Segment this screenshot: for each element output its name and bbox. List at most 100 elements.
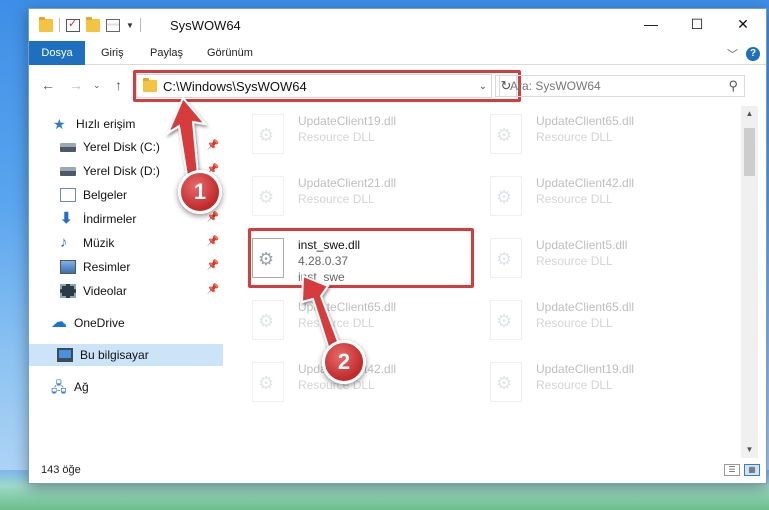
toolbar-separator: [139, 18, 141, 32]
nav-label: Bu bilgisayar: [80, 348, 149, 362]
step-1-badge: 1: [178, 170, 222, 214]
forward-arrow-icon[interactable]: →: [69, 77, 83, 93]
tiles-view-icon[interactable]: ▦: [744, 464, 760, 476]
address-path[interactable]: C:\Windows\SysWOW64: [163, 79, 475, 94]
file-description: Resource DLL: [536, 378, 613, 392]
nav-network[interactable]: 🖧 Ağ: [29, 376, 223, 398]
file-item[interactable]: UpdateClient42.dll Resource DLL: [464, 170, 694, 226]
dll-file-icon: [252, 114, 284, 154]
scrollbar-thumb[interactable]: [744, 128, 755, 176]
nav-label: Yerel Disk (C:): [83, 140, 160, 154]
videos-icon: [60, 284, 76, 298]
help-icon[interactable]: ?: [746, 47, 760, 61]
dll-file-icon: [252, 300, 284, 340]
tab-home[interactable]: Giriş: [101, 41, 124, 65]
file-explorer-window: ▼ SysWOW64 — ☐ ✕ Dosya Giriş Paylaş Görü…: [28, 8, 767, 484]
nav-item-drive-c[interactable]: Yerel Disk (C:) 📌: [29, 136, 223, 158]
file-item[interactable]: UpdateClient19.dll Resource DLL: [226, 108, 456, 164]
maximize-button[interactable]: ☐: [674, 9, 720, 39]
file-description: Resource DLL: [298, 130, 375, 144]
tab-view[interactable]: Görünüm: [207, 41, 253, 65]
dll-file-icon: [490, 300, 522, 340]
details-view-icon[interactable]: ☰: [724, 464, 740, 476]
ribbon-tabs: Dosya Giriş Paylaş Görünüm ﹀ ?: [29, 41, 766, 65]
file-item[interactable]: UpdateClient65.dll Resource DLL: [464, 294, 694, 350]
drive-icon: [60, 166, 76, 176]
step-2-badge: 2: [322, 340, 366, 384]
scroll-down-arrow-icon[interactable]: ▼: [741, 442, 758, 458]
nav-label: Belgeler: [83, 188, 128, 202]
customize-toolbar-dropdown[interactable]: ▼: [126, 21, 134, 30]
file-item[interactable]: UpdateClient5.dll Resource DLL: [464, 232, 694, 288]
pin-icon: 📌: [206, 212, 219, 223]
nav-label: OneDrive: [74, 316, 125, 330]
quick-access-toolbar: ▼: [39, 16, 141, 32]
title-bar: ▼ SysWOW64 — ☐ ✕: [29, 9, 766, 40]
expand-ribbon-chevron-icon[interactable]: ﹀: [727, 46, 738, 62]
nav-onedrive[interactable]: ☁ OneDrive: [29, 312, 223, 334]
file-item[interactable]: UpdateClient65.dll Resource DLL: [464, 108, 694, 164]
minimize-button[interactable]: —: [628, 9, 674, 39]
navigation-pane: ★ Hızlı erişim Yerel Disk (C:) 📌 Yerel D…: [29, 106, 223, 458]
address-row: ← → ⌄ ↑ C:\Windows\SysWOW64 ⌄ ↻ Ara: Sys…: [29, 66, 766, 104]
network-icon: 🖧: [51, 379, 67, 395]
recent-locations-chevron-icon[interactable]: ⌄: [93, 80, 101, 91]
music-icon: ♪: [60, 234, 68, 251]
drive-icon: [60, 142, 76, 152]
file-description: Resource DLL: [536, 192, 613, 206]
nav-item-music[interactable]: ♪ Müzik 📌: [29, 232, 223, 254]
file-description: Resource DLL: [536, 254, 613, 268]
nav-label: Resimler: [83, 260, 131, 274]
file-name: UpdateClient19.dll: [536, 362, 635, 376]
file-description: Resource DLL: [298, 316, 375, 330]
address-bar[interactable]: C:\Windows\SysWOW64 ⌄: [136, 74, 492, 98]
star-icon: ★: [53, 116, 66, 132]
cloud-icon: ☁: [51, 314, 67, 331]
nav-label: Ağ: [74, 380, 89, 394]
search-icon[interactable]: ⚲: [728, 78, 738, 94]
dll-file-icon: [490, 362, 522, 402]
tab-share[interactable]: Paylaş: [150, 41, 183, 65]
address-dropdown-chevron-icon[interactable]: ⌄: [475, 81, 491, 92]
close-button[interactable]: ✕: [720, 9, 766, 39]
computer-icon: [57, 348, 73, 362]
file-item[interactable]: UpdateClient19.dll Resource DLL: [464, 356, 694, 412]
downloads-icon: ⬇: [60, 210, 73, 227]
nav-label: Hızlı erişim: [76, 117, 136, 131]
file-item[interactable]: UpdateClient21.dll Resource DLL: [226, 170, 456, 226]
nav-item-pictures[interactable]: Resimler 📌: [29, 256, 223, 278]
file-version: 4.28.0.37: [298, 254, 349, 268]
tab-file[interactable]: Dosya: [29, 41, 85, 65]
file-name: UpdateClient42.dll: [536, 176, 635, 190]
scroll-up-arrow-icon[interactable]: ▲: [741, 106, 758, 122]
back-arrow-icon[interactable]: ←: [41, 77, 55, 93]
ribbon-right-controls: ﹀ ?: [727, 46, 760, 62]
properties-icon[interactable]: [106, 18, 120, 32]
dll-file-icon: [490, 238, 522, 278]
nav-quick-access[interactable]: ★ Hızlı erişim: [29, 113, 223, 135]
folder-icon: [143, 78, 157, 92]
pin-icon: 📌: [206, 236, 219, 247]
up-arrow-icon[interactable]: ↑: [115, 77, 122, 93]
file-item-inst-swe[interactable]: inst_swe.dll 4.28.0.37 inst_swe: [226, 232, 456, 288]
search-input[interactable]: Ara: SysWOW64 ⚲: [499, 75, 745, 97]
file-name: UpdateClient5.dll: [536, 238, 628, 252]
nav-label: Yerel Disk (D:): [83, 164, 160, 178]
search-placeholder: Ara: SysWOW64: [510, 79, 601, 93]
file-name: UpdateClient19.dll: [298, 114, 397, 128]
pin-icon: 📌: [206, 260, 219, 271]
nav-this-pc[interactable]: Bu bilgisayar: [29, 344, 223, 366]
new-folder-icon[interactable]: [86, 16, 100, 32]
vertical-scrollbar[interactable]: ▲ ▼: [741, 106, 758, 458]
properties-check-icon[interactable]: [66, 17, 80, 32]
item-count: 143 öğe: [41, 464, 81, 476]
file-description: Resource DLL: [298, 192, 375, 206]
file-name: inst_swe.dll: [298, 238, 361, 252]
nav-item-videos[interactable]: Videolar 📌: [29, 280, 223, 302]
dll-file-icon: [490, 114, 522, 154]
toolbar-separator: [59, 18, 60, 32]
documents-icon: [60, 188, 76, 202]
nav-label: Videolar: [83, 284, 127, 298]
pin-icon: 📌: [206, 140, 219, 151]
nav-label: Müzik: [83, 236, 115, 250]
